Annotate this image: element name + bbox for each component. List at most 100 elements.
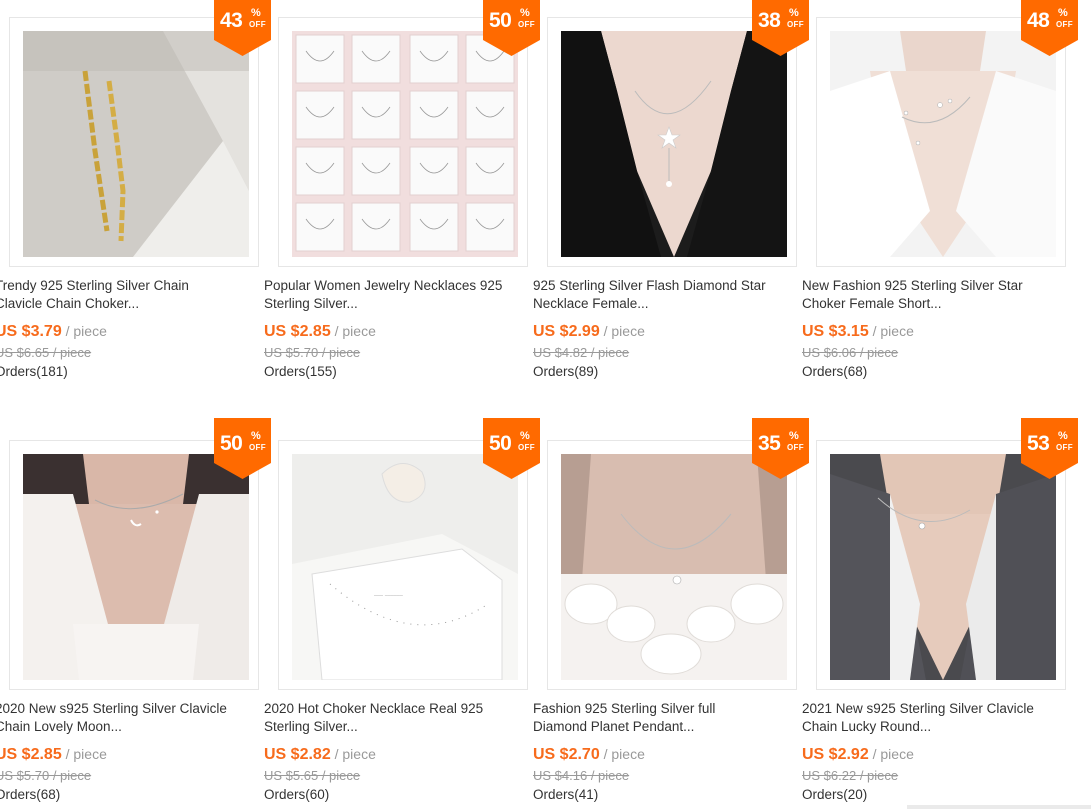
- discount-value: 38: [758, 9, 781, 32]
- percent-sign: %: [789, 430, 799, 442]
- current-price: US $2.70: [533, 746, 600, 763]
- product-image[interactable]: [830, 454, 1056, 680]
- price-unit: / piece: [330, 746, 376, 762]
- product-title[interactable]: 925 Sterling Silver Flash Diamond Star N…: [533, 277, 795, 313]
- product-title[interactable]: 2020 Hot Choker Necklace Real 925 Sterli…: [264, 700, 526, 736]
- price-line: US $3.79 / piece: [0, 323, 107, 341]
- product-title-line[interactable]: New Fashion 925 Sterling Silver Star: [802, 277, 1064, 295]
- off-label: OFF: [518, 443, 535, 452]
- product-title[interactable]: Popular Women Jewelry Necklaces 925 Ster…: [264, 277, 526, 313]
- off-label: OFF: [1056, 443, 1073, 452]
- product-title[interactable]: Trendy 925 Sterling Silver Chain Clavicl…: [0, 277, 257, 313]
- current-price: US $2.85: [0, 746, 62, 763]
- original-price: US $6.22 / piece: [802, 768, 899, 783]
- original-price: US $4.16 / piece: [533, 768, 630, 783]
- percent-sign: %: [520, 430, 530, 442]
- current-price: US $2.92: [802, 746, 869, 763]
- discount-badge: 53 % OFF: [1021, 418, 1078, 479]
- product-title[interactable]: 2021 New s925 Sterling Silver Clavicle C…: [802, 700, 1064, 736]
- off-label: OFF: [1056, 20, 1073, 29]
- price-line: US $2.99 / piece: [533, 323, 645, 341]
- product-title[interactable]: New Fashion 925 Sterling Silver Star Cho…: [802, 277, 1064, 313]
- orders-count: Orders(89): [533, 364, 599, 379]
- product-card[interactable]: 38 % OFF 925 Sterling Silver Flash Diamo…: [533, 0, 809, 402]
- discount-badge: 43 % OFF: [214, 0, 271, 56]
- product-image[interactable]: [23, 31, 249, 257]
- product-image[interactable]: [23, 454, 249, 680]
- product-image[interactable]: [292, 31, 518, 257]
- product-title-line[interactable]: Trendy 925 Sterling Silver Chain: [0, 277, 257, 295]
- price-line: US $2.82 / piece: [264, 746, 376, 764]
- original-price: US $5.70 / piece: [264, 345, 361, 360]
- off-label: OFF: [787, 20, 804, 29]
- discount-value: 50: [489, 9, 512, 32]
- product-image[interactable]: ___ ______: [292, 454, 518, 680]
- price-unit: / piece: [330, 323, 376, 339]
- product-card[interactable]: ___ ______ 50 % OFF 2020 Hot Choker Neck…: [264, 418, 540, 809]
- current-price: US $3.79: [0, 323, 62, 340]
- orders-count: Orders(20): [802, 787, 868, 802]
- discount-value: 53: [1027, 432, 1050, 455]
- product-title-line[interactable]: Chain Lucky Round...: [802, 718, 1064, 736]
- product-title[interactable]: 2020 New s925 Sterling Silver Clavicle C…: [0, 700, 257, 736]
- off-label: OFF: [249, 443, 266, 452]
- product-title-line[interactable]: Diamond Planet Pendant...: [533, 718, 795, 736]
- discount-value: 50: [489, 432, 512, 455]
- discount-value: 35: [758, 432, 781, 455]
- off-label: OFF: [787, 443, 804, 452]
- product-image[interactable]: [561, 454, 787, 680]
- price-unit: / piece: [61, 746, 107, 762]
- product-card[interactable]: 50 % OFF 2020 New s925 Sterling Silver C…: [0, 418, 271, 809]
- price-line: US $2.85 / piece: [0, 746, 107, 764]
- product-image[interactable]: [830, 31, 1056, 257]
- product-card[interactable]: 43 % OFF Trendy 925 Sterling Silver Chai…: [0, 0, 271, 402]
- horizontal-scrollbar[interactable]: [907, 805, 1091, 809]
- discount-badge: 35 % OFF: [752, 418, 809, 479]
- discount-value: 43: [220, 9, 243, 32]
- discount-badge: 50 % OFF: [483, 418, 540, 479]
- orders-count: Orders(155): [264, 364, 337, 379]
- price-line: US $2.85 / piece: [264, 323, 376, 341]
- price-unit: / piece: [868, 746, 914, 762]
- percent-sign: %: [251, 7, 261, 19]
- discount-value: 48: [1027, 9, 1050, 32]
- percent-sign: %: [1058, 430, 1068, 442]
- product-title-line[interactable]: Necklace Female...: [533, 295, 795, 313]
- percent-sign: %: [251, 430, 261, 442]
- price-unit: / piece: [599, 746, 645, 762]
- product-title-line[interactable]: 2020 Hot Choker Necklace Real 925: [264, 700, 526, 718]
- product-title-line[interactable]: 925 Sterling Silver Flash Diamond Star: [533, 277, 795, 295]
- product-title-line[interactable]: 2021 New s925 Sterling Silver Clavicle: [802, 700, 1064, 718]
- product-title-line[interactable]: Fashion 925 Sterling Silver full: [533, 700, 795, 718]
- original-price: US $4.82 / piece: [533, 345, 630, 360]
- product-title-line[interactable]: Chain Lovely Moon...: [0, 718, 257, 736]
- product-card[interactable]: 48 % OFF New Fashion 925 Sterling Silver…: [802, 0, 1078, 402]
- product-title-line[interactable]: Popular Women Jewelry Necklaces 925: [264, 277, 526, 295]
- orders-count: Orders(181): [0, 364, 68, 379]
- product-image[interactable]: [561, 31, 787, 257]
- product-title-line[interactable]: 2020 New s925 Sterling Silver Clavicle: [0, 700, 257, 718]
- orders-count: Orders(60): [264, 787, 330, 802]
- price-unit: / piece: [61, 323, 107, 339]
- product-title-line[interactable]: Sterling Silver...: [264, 295, 526, 313]
- discount-badge: 50 % OFF: [214, 418, 271, 479]
- percent-sign: %: [789, 7, 799, 19]
- product-title-line[interactable]: Choker Female Short...: [802, 295, 1064, 313]
- product-grid: 43 % OFF Trendy 925 Sterling Silver Chai…: [0, 0, 1091, 809]
- product-card[interactable]: 35 % OFF Fashion 925 Sterling Silver ful…: [533, 418, 809, 809]
- orders-count: Orders(68): [802, 364, 868, 379]
- product-title[interactable]: Fashion 925 Sterling Silver full Diamond…: [533, 700, 795, 736]
- percent-sign: %: [1058, 7, 1068, 19]
- product-title-line[interactable]: Sterling Silver...: [264, 718, 526, 736]
- original-price: US $5.70 / piece: [0, 768, 92, 783]
- current-price: US $2.82: [264, 746, 331, 763]
- product-card[interactable]: 50 % OFF Popular Women Jewelry Necklaces…: [264, 0, 540, 402]
- discount-value: 50: [220, 432, 243, 455]
- current-price: US $2.99: [533, 323, 600, 340]
- price-line: US $2.70 / piece: [533, 746, 645, 764]
- product-card[interactable]: 53 % OFF 2021 New s925 Sterling Silver C…: [802, 418, 1078, 809]
- orders-count: Orders(41): [533, 787, 599, 802]
- product-title-line[interactable]: Clavicle Chain Choker...: [0, 295, 257, 313]
- original-price: US $6.65 / piece: [0, 345, 92, 360]
- discount-badge: 50 % OFF: [483, 0, 540, 56]
